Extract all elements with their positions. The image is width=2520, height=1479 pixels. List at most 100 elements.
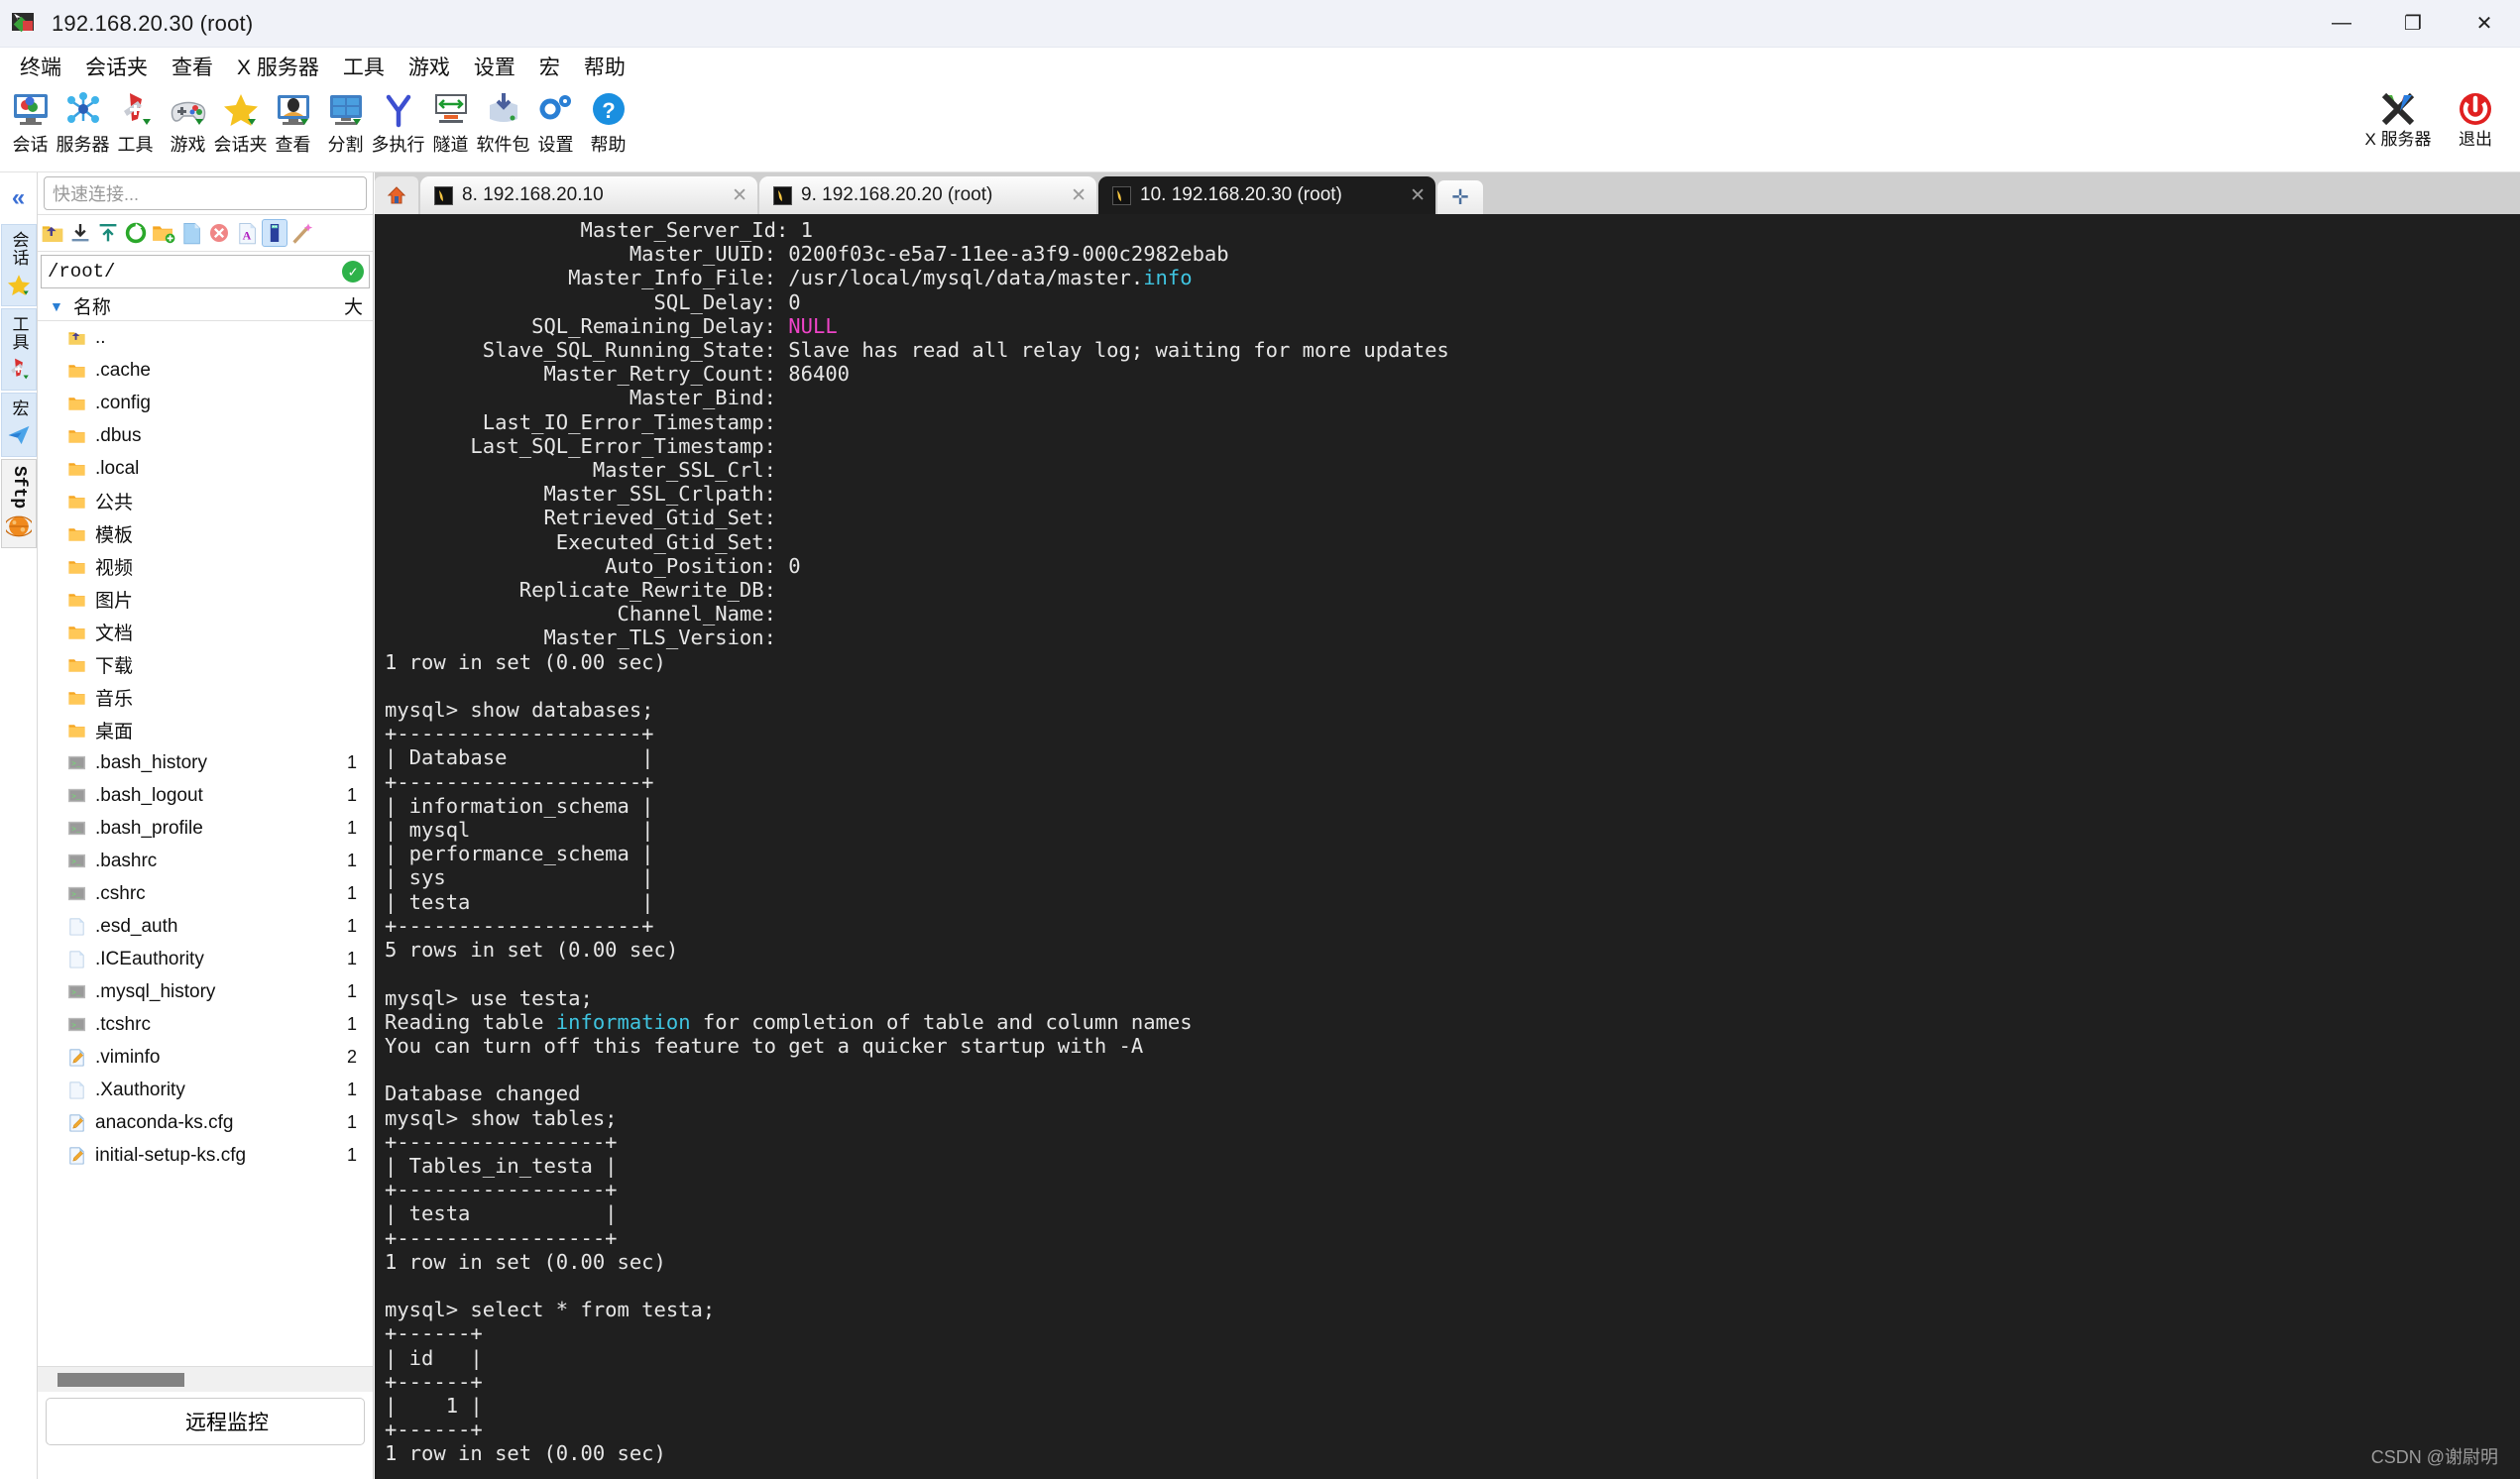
menu-games[interactable]: 游戏 bbox=[397, 50, 462, 83]
menu-tools[interactable]: 工具 bbox=[331, 50, 397, 83]
file-row[interactable]: .config bbox=[38, 387, 373, 419]
terminal-line: Master_Bind: bbox=[385, 386, 789, 410]
file-row[interactable]: >_ .mysql_history 1 bbox=[38, 975, 373, 1008]
path-bar[interactable]: /root/ ✓ bbox=[41, 255, 370, 288]
file-row[interactable]: .dbus bbox=[38, 419, 373, 452]
file-row[interactable]: 音乐 bbox=[38, 681, 373, 714]
horizontal-scrollbar[interactable] bbox=[38, 1366, 373, 1392]
menu-sessions-folder[interactable]: 会话夹 bbox=[73, 50, 160, 83]
file-row[interactable]: 公共 bbox=[38, 485, 373, 517]
file-list[interactable]: .. .cache .config .dbus .local 公共 模板 视频 图片 文档 下载 音乐… bbox=[38, 321, 373, 1366]
file-row[interactable]: >_ .bash_logout 1 bbox=[38, 779, 373, 812]
rename-icon[interactable]: A bbox=[234, 219, 260, 247]
download-icon[interactable] bbox=[67, 219, 93, 247]
menu-xserver[interactable]: X 服务器 bbox=[225, 50, 331, 83]
file-row[interactable]: >_ .tcshrc 1 bbox=[38, 1008, 373, 1041]
session-tab[interactable]: 8. 192.168.20.10 ✕ bbox=[420, 176, 757, 214]
new-tab-button[interactable]: ✛ bbox=[1437, 180, 1483, 214]
terminal-line: mysql> show tables; bbox=[385, 1105, 618, 1130]
new-folder-icon[interactable] bbox=[151, 219, 176, 247]
file-row[interactable]: .local bbox=[38, 452, 373, 485]
session-tab[interactable]: 9. 192.168.20.20 (root) ✕ bbox=[759, 176, 1096, 214]
maximize-button[interactable]: ❐ bbox=[2377, 0, 2449, 48]
file-row[interactable]: 图片 bbox=[38, 583, 373, 616]
toolbar-button-multiexec[interactable]: 多执行 bbox=[372, 85, 425, 157]
file-row[interactable]: .cache bbox=[38, 354, 373, 387]
toolbar-button-xserver[interactable]: X 服务器 bbox=[2359, 85, 2437, 149]
file-row[interactable]: 模板 bbox=[38, 517, 373, 550]
toolbar-button-tunnel[interactable]: 隧道 bbox=[424, 85, 477, 157]
file-row[interactable]: >_ .cshrc 1 bbox=[38, 877, 373, 910]
file-row[interactable]: 桌面 bbox=[38, 714, 373, 746]
vertical-tab-cn1[interactable]: 工具 bbox=[1, 308, 37, 391]
new-file-icon[interactable] bbox=[178, 219, 204, 247]
close-button[interactable]: ✕ bbox=[2449, 0, 2520, 48]
toolbar-button-tools-knife[interactable]: 工具 bbox=[109, 85, 162, 157]
file-row[interactable]: 文档 bbox=[38, 616, 373, 648]
vertical-tab-sftp[interactable]: Sftp bbox=[1, 459, 37, 549]
menu-terminal[interactable]: 终端 bbox=[8, 50, 73, 83]
gear-icon bbox=[539, 95, 571, 120]
file-row[interactable]: .esd_auth 1 bbox=[38, 910, 373, 943]
file-row[interactable]: 视频 bbox=[38, 550, 373, 583]
menu-macros[interactable]: 宏 bbox=[527, 50, 572, 83]
file-row[interactable]: .. bbox=[38, 321, 373, 354]
sort-descending-icon[interactable]: ▼ bbox=[50, 298, 63, 314]
close-tab-icon[interactable]: ✕ bbox=[692, 184, 747, 207]
toolbar-button-view-user[interactable]: 查看 bbox=[267, 85, 319, 157]
file-row[interactable]: anaconda-ks.cfg 1 bbox=[38, 1106, 373, 1139]
vertical-tab-cn2[interactable]: 宏 bbox=[1, 393, 37, 457]
file-row[interactable]: >_ .bashrc 1 bbox=[38, 845, 373, 877]
file-row[interactable]: 下载 bbox=[38, 648, 373, 681]
file-row[interactable]: initial-setup-ks.cfg 1 bbox=[38, 1139, 373, 1172]
file-name: .mysql_history bbox=[95, 980, 216, 1002]
close-tab-icon[interactable]: ✕ bbox=[1031, 184, 1087, 207]
toolbar-button-star[interactable]: 会话夹 bbox=[214, 85, 268, 157]
file-row[interactable]: >_ .bash_profile 1 bbox=[38, 812, 373, 845]
vertical-tab-cn0[interactable]: 会话 bbox=[1, 224, 37, 306]
menu-view[interactable]: 查看 bbox=[160, 50, 225, 83]
file-name: anaconda-ks.cfg bbox=[95, 1111, 234, 1133]
file-row[interactable]: .Xauthority 1 bbox=[38, 1074, 373, 1106]
toolbar-button-split[interactable]: 分割 bbox=[319, 85, 372, 157]
toolbar-button-servers[interactable]: 服务器 bbox=[57, 85, 110, 157]
shell-file-icon: >_ bbox=[67, 853, 86, 868]
toolbar-button-gamepad[interactable]: 游戏 bbox=[162, 85, 214, 157]
file-row[interactable]: .ICEauthority 1 bbox=[38, 943, 373, 975]
quick-connect-input[interactable]: 快速连接... bbox=[44, 176, 367, 210]
file-row[interactable]: >_ .bash_history 1 bbox=[38, 746, 373, 779]
magic-icon[interactable] bbox=[289, 219, 315, 247]
terminal-output[interactable]: Master_Server_Id: 1 Master_UUID: 0200f03… bbox=[375, 214, 2520, 1479]
remote-monitor-button[interactable]: 远程监控 bbox=[46, 1398, 365, 1445]
follow-terminal-icon[interactable] bbox=[262, 219, 287, 247]
column-size[interactable]: 大 bbox=[344, 292, 363, 319]
toolbar-button-session[interactable]: 会话 bbox=[4, 85, 57, 157]
svg-text:>_: >_ bbox=[71, 760, 81, 768]
toolbar-button-package-download[interactable]: 软件包 bbox=[477, 85, 530, 157]
delete-icon[interactable] bbox=[206, 219, 232, 247]
collapse-sidebar-icon[interactable]: « bbox=[0, 172, 37, 224]
split-icon bbox=[326, 89, 366, 129]
tunnel-icon bbox=[431, 89, 471, 129]
terminal-line: Master_UUID: 0200f03c-e5a7-11ee-a3f9-000… bbox=[385, 242, 1229, 267]
svg-text:A: A bbox=[243, 229, 252, 243]
folder-icon bbox=[65, 394, 88, 412]
toolbar-button-help-question[interactable]: ? 帮助 bbox=[582, 85, 634, 157]
scrollbar-thumb[interactable] bbox=[57, 1372, 184, 1387]
column-name[interactable]: 名称 bbox=[73, 292, 111, 319]
folder-icon bbox=[68, 561, 85, 574]
refresh-icon[interactable] bbox=[123, 219, 149, 247]
menu-help[interactable]: 帮助 bbox=[572, 50, 637, 83]
session-tab[interactable]: 10. 192.168.20.30 (root) ✕ bbox=[1098, 176, 1435, 214]
close-tab-icon[interactable]: ✕ bbox=[1370, 184, 1426, 207]
menu-settings[interactable]: 设置 bbox=[462, 50, 527, 83]
home-tab[interactable] bbox=[375, 176, 418, 214]
toolbar-button-power-exit[interactable]: 退出 bbox=[2437, 85, 2514, 149]
window-controls: — ❐ ✕ bbox=[2306, 0, 2520, 48]
toolbar-button-gear[interactable]: 设置 bbox=[529, 85, 582, 157]
file-row[interactable]: .viminfo 2 bbox=[38, 1041, 373, 1074]
toolbar-button-label: 隧道 bbox=[432, 135, 469, 155]
minimize-button[interactable]: — bbox=[2306, 0, 2377, 48]
folder-up-icon[interactable] bbox=[40, 219, 65, 247]
upload-icon[interactable] bbox=[95, 219, 121, 247]
